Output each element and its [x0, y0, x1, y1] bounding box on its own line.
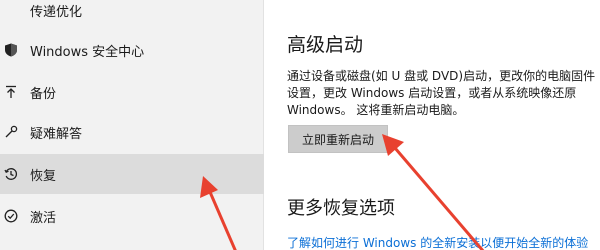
- advanced-startup-heading: 高级启动: [287, 34, 364, 56]
- sidebar-item-delivery-optimization[interactable]: 传递优化: [0, 0, 264, 30]
- description-line: Windows。 这将重新启动电脑。: [287, 103, 465, 117]
- sidebar-item-label: 传递优化: [30, 4, 83, 20]
- backup-arrow-icon: [4, 85, 18, 99]
- sidebar-item-recovery[interactable]: 恢复: [0, 154, 264, 194]
- sidebar-item-label: Windows 安全中心: [30, 44, 145, 60]
- restart-now-button[interactable]: 立即重新启动: [288, 125, 388, 153]
- sidebar: 传递优化 Windows 安全中心 备份 疑难解答 恢复 激活: [0, 0, 264, 250]
- description-line: 设置，更改 Windows 启动设置，或者从系统映像还原: [287, 86, 577, 100]
- settings-window: 传递优化 Windows 安全中心 备份 疑难解答 恢复 激活 高级启动 通过设…: [0, 0, 600, 250]
- more-recovery-options-heading: 更多恢复选项: [287, 198, 395, 219]
- sidebar-item-windows-security[interactable]: Windows 安全中心: [0, 30, 264, 70]
- fresh-install-link[interactable]: 了解如何进行 Windows 的全新安装以便开始全新的体验: [287, 234, 588, 250]
- check-circle-icon: [4, 209, 18, 223]
- wrench-icon: [4, 125, 18, 139]
- sidebar-item-troubleshoot[interactable]: 疑难解答: [0, 112, 264, 152]
- sidebar-item-backup[interactable]: 备份: [0, 72, 264, 112]
- recovery-clock-icon: [4, 167, 18, 181]
- shield-icon: [4, 43, 18, 57]
- sidebar-item-label: 激活: [30, 210, 57, 226]
- sidebar-item-activation[interactable]: 激活: [0, 196, 264, 236]
- description-line: 通过设备或磁盘(如 U 盘或 DVD)启动，更改你的电脑固件: [287, 69, 596, 83]
- delivery-icon: [4, 3, 18, 17]
- advanced-startup-description: 通过设备或磁盘(如 U 盘或 DVD)启动，更改你的电脑固件 设置，更改 Win…: [287, 68, 596, 119]
- sidebar-item-label: 疑难解答: [30, 126, 83, 142]
- sidebar-item-label: 备份: [30, 86, 57, 102]
- recovery-content: 高级启动 通过设备或磁盘(如 U 盘或 DVD)启动，更改你的电脑固件 设置，更…: [265, 0, 600, 250]
- sidebar-item-label: 恢复: [30, 168, 57, 184]
